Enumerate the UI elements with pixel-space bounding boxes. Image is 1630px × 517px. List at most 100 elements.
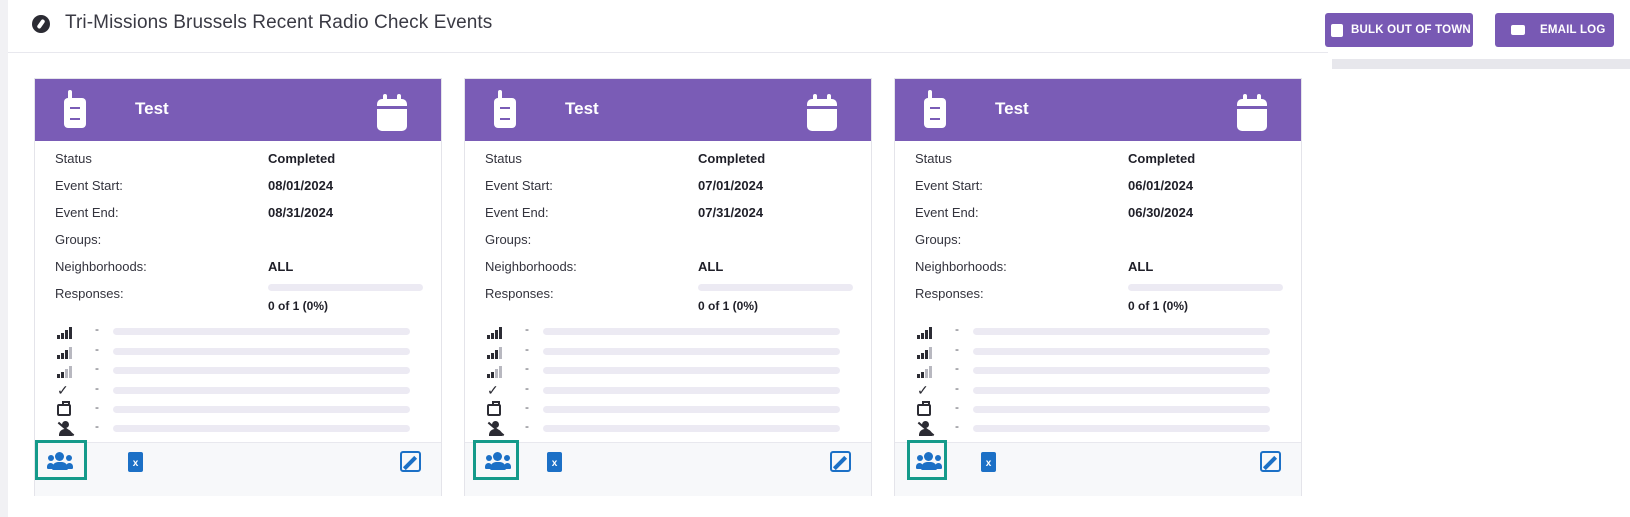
event-end-value: 06/30/2024 (1128, 205, 1194, 220)
person-slash-icon (915, 420, 935, 437)
participants-button[interactable] (473, 440, 519, 480)
stat-row: ✓ - (485, 381, 855, 398)
panel-header: Tri-Missions Brussels Recent Radio Check… (8, 0, 1328, 53)
stat-value: - (525, 322, 529, 336)
person-slash-shape (917, 421, 935, 437)
stat-bar (543, 348, 840, 355)
stat-value: - (955, 400, 959, 414)
neighborhoods-label: Neighborhoods: (915, 259, 1007, 274)
responses-progress (268, 284, 423, 291)
responses-progress (1128, 284, 1283, 291)
users-icon (485, 452, 511, 470)
event-end-label: Event End: (485, 205, 549, 220)
signal-bar (61, 353, 64, 359)
person-slash-icon (55, 420, 75, 437)
calendar-icon (377, 94, 407, 131)
event-start-value: 08/01/2024 (268, 178, 334, 193)
signal-bar (921, 372, 924, 378)
edit-icon[interactable] (1260, 451, 1281, 472)
event-card: Test Status Event Start: Event End: Groups: N… (34, 78, 442, 496)
stat-bar (543, 406, 840, 413)
signal-bar (491, 333, 494, 339)
responses-value: 0 of 1 (0%) (1128, 299, 1189, 313)
stat-row: - (915, 342, 1285, 359)
suitcase-shape (917, 401, 931, 416)
groups-label: Groups: (915, 232, 962, 247)
stat-bar (973, 348, 1270, 355)
double-check-glyph: ✓ (487, 382, 499, 398)
responses-progress (698, 284, 853, 291)
bulk-out-of-town-button[interactable]: BULK OUT OF TOWN (1325, 13, 1473, 47)
stat-row: - (55, 342, 425, 359)
stat-value: - (955, 361, 959, 375)
responses-value: 0 of 1 (0%) (698, 299, 759, 313)
signal-bar (487, 355, 490, 359)
signal-bar (495, 330, 498, 339)
signal-strong-icon (915, 323, 935, 339)
card-title: Test (995, 99, 1029, 118)
person-slash-shape (487, 421, 505, 437)
stat-row: - (915, 361, 1285, 378)
neighborhoods-label: Neighborhoods: (485, 259, 577, 274)
stat-row: - (485, 342, 855, 359)
edit-icon[interactable] (400, 451, 421, 472)
signal-bar (925, 369, 928, 378)
stat-row: - (915, 419, 1285, 437)
double-check-icon: ✓ (485, 382, 505, 398)
event-end-label: Event End: (55, 205, 119, 220)
signal-bar (921, 333, 924, 339)
double-check-glyph: ✓ (57, 382, 69, 398)
stat-value: - (955, 342, 959, 356)
stat-row: - (485, 400, 855, 417)
card-header: Test (35, 79, 441, 141)
suitcase-shape (487, 401, 501, 416)
signal-strong-icon (55, 323, 75, 339)
card-header: Test (895, 79, 1301, 141)
card-title: Test (565, 99, 599, 118)
event-start-label: Event Start: (915, 178, 983, 193)
stat-bar (973, 328, 1270, 335)
card-title: Test (135, 99, 169, 118)
users-icon (916, 452, 942, 470)
email-log-button[interactable]: EMAIL LOG (1495, 13, 1614, 47)
signal-bar (491, 353, 494, 359)
responses-label: Responses: (485, 286, 554, 301)
stat-bar (543, 425, 840, 432)
signal-bar (921, 353, 924, 359)
stat-value: - (95, 419, 99, 433)
stat-bar (543, 328, 840, 335)
signal-bar (61, 372, 64, 378)
status-value: Completed (698, 151, 766, 166)
card-footer: x (35, 440, 441, 496)
stat-row: - (485, 361, 855, 378)
stat-row: - (55, 400, 425, 417)
neighborhoods-value: ALL (268, 259, 294, 274)
stat-value: - (955, 419, 959, 433)
stat-bar (973, 387, 1270, 394)
excel-export-icon[interactable]: x (981, 452, 996, 472)
stat-value: - (525, 381, 529, 395)
signal-bar (499, 327, 502, 339)
card-header: Test (465, 79, 871, 141)
double-check-icon: ✓ (55, 382, 75, 398)
stat-value: - (525, 361, 529, 375)
signal-bar (65, 369, 68, 378)
excel-export-icon[interactable]: x (128, 452, 143, 472)
bulk-out-of-town-label: BULK OUT OF TOWN (1351, 24, 1471, 36)
participants-button[interactable] (907, 440, 947, 480)
stat-row: - (485, 419, 855, 437)
signal-strong-icon (485, 323, 505, 339)
edit-icon[interactable] (830, 451, 851, 472)
calendar-icon (807, 94, 837, 131)
neighborhoods-value: ALL (1128, 259, 1154, 274)
event-start-value: 06/01/2024 (1128, 178, 1194, 193)
stat-bar (543, 367, 840, 374)
signal-bar (925, 350, 928, 359)
email-log-label: EMAIL LOG (1540, 24, 1606, 36)
responses-value: 0 of 1 (0%) (268, 299, 329, 313)
stat-value: - (955, 322, 959, 336)
participants-button[interactable] (35, 440, 87, 480)
stat-bar (973, 367, 1270, 374)
excel-export-icon[interactable]: x (547, 452, 562, 472)
right-area (1328, 0, 1630, 517)
